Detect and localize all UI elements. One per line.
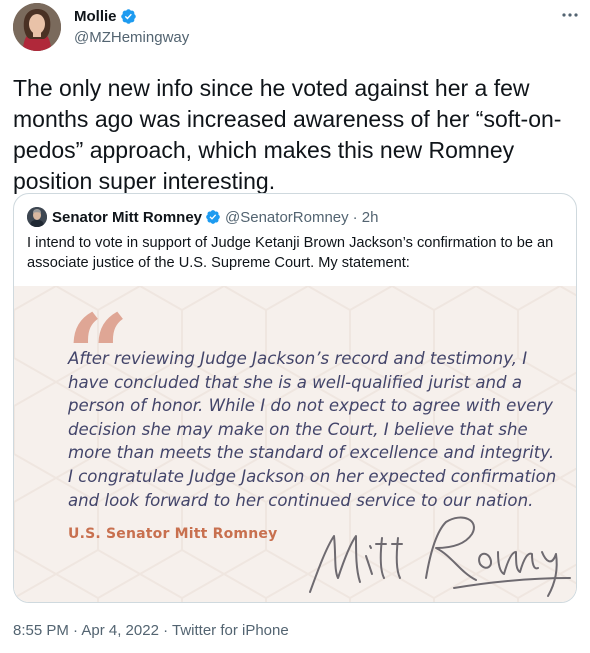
quoted-tweet-text: I intend to vote in support of Judge Ket…: [27, 235, 554, 271]
author-handle[interactable]: @MZHemingway: [74, 29, 189, 46]
tweet-author: Mollie @MZHemingway: [74, 6, 189, 47]
quoted-author-avatar-image: [27, 207, 47, 227]
quoted-tweet-card[interactable]: Senator Mitt Romney @SenatorRomney · 2h …: [13, 193, 577, 603]
quoted-tweet-header: Senator Mitt Romney @SenatorRomney · 2h: [27, 207, 379, 227]
more-options-icon[interactable]: [560, 8, 580, 22]
author-avatar[interactable]: [13, 3, 61, 51]
tweet-text: The only new info since he voted against…: [13, 75, 562, 194]
quoted-author-name[interactable]: Senator Mitt Romney: [52, 209, 202, 226]
signature-image: [309, 516, 571, 597]
tweet-timestamp[interactable]: 8:55 PM · Apr 4, 2022 · Twitter for iPho…: [13, 622, 289, 639]
verified-badge-icon: [120, 8, 136, 24]
quoted-author-avatar[interactable]: [27, 207, 47, 227]
quoted-author-handle[interactable]: @SenatorRomney: [225, 209, 349, 226]
author-name-row: Mollie: [74, 6, 189, 26]
author-name[interactable]: Mollie: [74, 8, 117, 25]
author-avatar-image: [13, 3, 61, 51]
quoted-verified-badge-icon: [206, 210, 220, 224]
statement-attribution: U.S. Senator Mitt Romney: [68, 526, 278, 542]
statement-image[interactable]: “ After reviewing Judge Jackson’s record…: [14, 286, 576, 602]
statement-text: After reviewing Judge Jackson’s record a…: [68, 349, 557, 510]
quoted-tweet-time[interactable]: · 2h: [353, 209, 379, 226]
